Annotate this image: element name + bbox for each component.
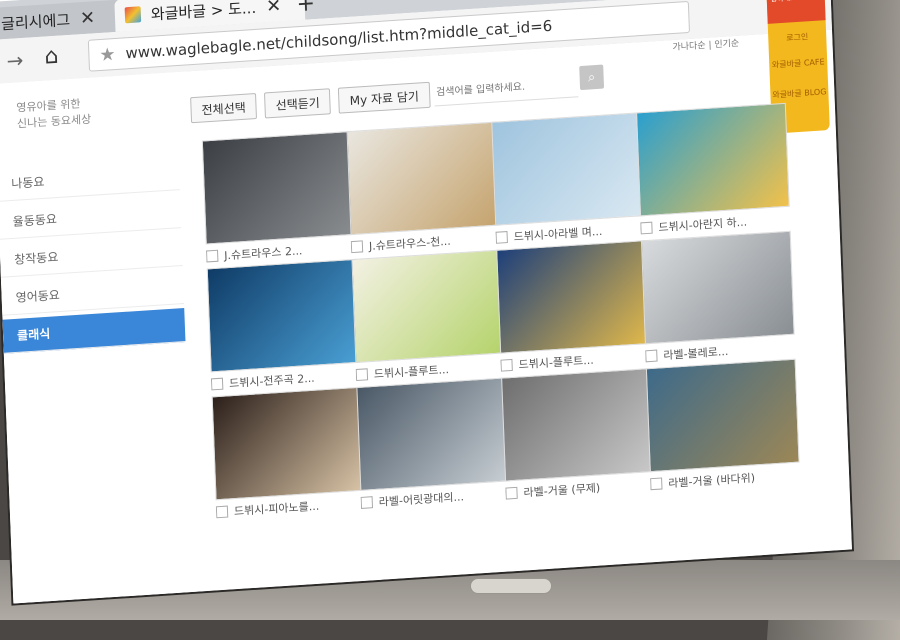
video-card[interactable]: 라벨-어릿광대의... [356,377,511,511]
close-icon[interactable]: ✕ [80,7,96,29]
sidebar-subtitle-line2: 신나는 동요세상 [16,112,92,131]
video-thumbnail[interactable] [491,112,646,226]
video-checkbox[interactable] [215,505,229,519]
video-title[interactable]: J.슈트라우스-천... [369,233,451,254]
video-thumbnail[interactable] [356,377,511,491]
browser-tab-1-label: 글리시에그 [0,10,71,33]
close-icon[interactable]: ✕ [266,0,282,17]
banner-promo-text: 와글바글 유료회원 되고 실컷 이용하세요 [765,0,826,24]
video-checkbox[interactable] [495,231,508,244]
video-title[interactable]: 드뷔시-피아노를... [234,498,320,519]
video-card[interactable]: 드뷔시-피아노를... [211,386,366,521]
sidebar-subtitle: 영유아를 위한 신나는 동요세상 [16,96,91,133]
video-checkbox[interactable] [645,349,658,363]
video-thumbnail[interactable] [351,249,506,364]
video-thumbnail[interactable] [640,230,795,345]
video-checkbox[interactable] [210,377,224,391]
arrow-right-icon[interactable]: → [6,48,24,73]
search-icon[interactable]: ⌕ [579,64,605,91]
new-tab-button[interactable]: + [296,0,315,17]
sidebar-item-classical[interactable]: 클래식 [2,308,186,354]
video-thumbnail[interactable] [496,240,650,354]
save-to-my-button[interactable]: My 자료 담기 [338,81,431,114]
video-title[interactable]: J.슈트라우스 2... [224,242,303,263]
video-thumbnail[interactable] [201,130,356,245]
video-thumbnail[interactable] [501,367,655,482]
video-checkbox[interactable] [505,486,518,500]
video-title[interactable]: 드뷔시-플루트... [374,361,450,382]
video-checkbox[interactable] [350,240,364,254]
video-checkbox[interactable] [360,496,374,509]
video-checkbox[interactable] [640,221,653,235]
tablet-screen: 글리시에그 ✕ 와글바글 > 도... ✕ + ⟳ ▮ → ⌂ ★ www.wa… [0,0,852,604]
video-card[interactable]: 드뷔시-플루트... [496,240,650,374]
site-favicon-icon [124,6,142,24]
video-title[interactable]: 드뷔시-아란지 하... [658,214,747,236]
video-title[interactable]: 드뷔시-아라벨 며... [513,223,602,245]
video-thumbnail[interactable] [636,102,790,217]
banner-blog[interactable]: 와글바글 BLOG [770,86,828,101]
tablet-home-button[interactable] [470,578,552,594]
web-page: 가나다순 | 인기순 영유아를 위한 신나는 동요세상 나동요 율동동요 창작동… [0,0,852,604]
video-card[interactable]: 드뷔시-아라벨 며... [491,112,646,246]
video-card[interactable]: J.슈트라우스 2... [201,130,356,265]
video-thumbnail[interactable] [206,258,361,373]
video-title[interactable]: 드뷔시-플루트... [518,352,594,373]
video-thumbnail[interactable] [211,386,366,501]
home-icon[interactable]: ⌂ [44,44,59,70]
video-card[interactable]: 드뷔시-아란지 하... [636,102,790,237]
video-card[interactable]: J.슈트라우스-천... [346,121,501,256]
list-toolbar: 전체선택 선택듣기 My 자료 담기 [190,81,431,124]
video-card[interactable]: 라벨-거울 (무제) [501,367,655,502]
video-checkbox[interactable] [650,477,663,491]
video-card[interactable]: 라벨-거울 (바다위) [645,358,800,493]
video-thumbnail[interactable] [645,358,800,473]
video-checkbox[interactable] [355,368,369,382]
browser-tab-2-label: 와글바글 > 도... [150,0,257,24]
select-all-button[interactable]: 전체선택 [190,92,258,124]
banner-login[interactable]: 로그인 [768,30,826,45]
video-checkbox[interactable] [500,358,513,372]
video-checkbox[interactable] [206,249,219,263]
video-card[interactable]: 드뷔시-플루트... [351,249,506,383]
video-title[interactable]: 라벨-어릿광대의... [378,488,465,509]
video-card[interactable]: 드뷔시-전주곡 2... [206,258,361,393]
star-icon[interactable]: ★ [99,44,116,66]
category-sidebar: 영유아를 위한 신나는 동요세상 나동요 율동동요 창작동요 영어동요 클래식 [0,71,204,604]
video-title[interactable]: 라벨-거울 (바다위) [668,469,755,491]
video-thumbnail[interactable] [346,121,501,236]
video-title[interactable]: 드뷔시-전주곡 2... [229,370,315,392]
banner-cafe[interactable]: 와글바글 CAFE [769,56,827,71]
video-title[interactable]: 라벨-거울 (무제) [523,479,600,500]
search-input[interactable] [433,70,579,107]
video-title[interactable]: 라벨-볼레로... [663,343,729,363]
listen-selected-button[interactable]: 선택듣기 [264,88,332,119]
video-card[interactable]: 라벨-볼레로... [640,230,795,365]
